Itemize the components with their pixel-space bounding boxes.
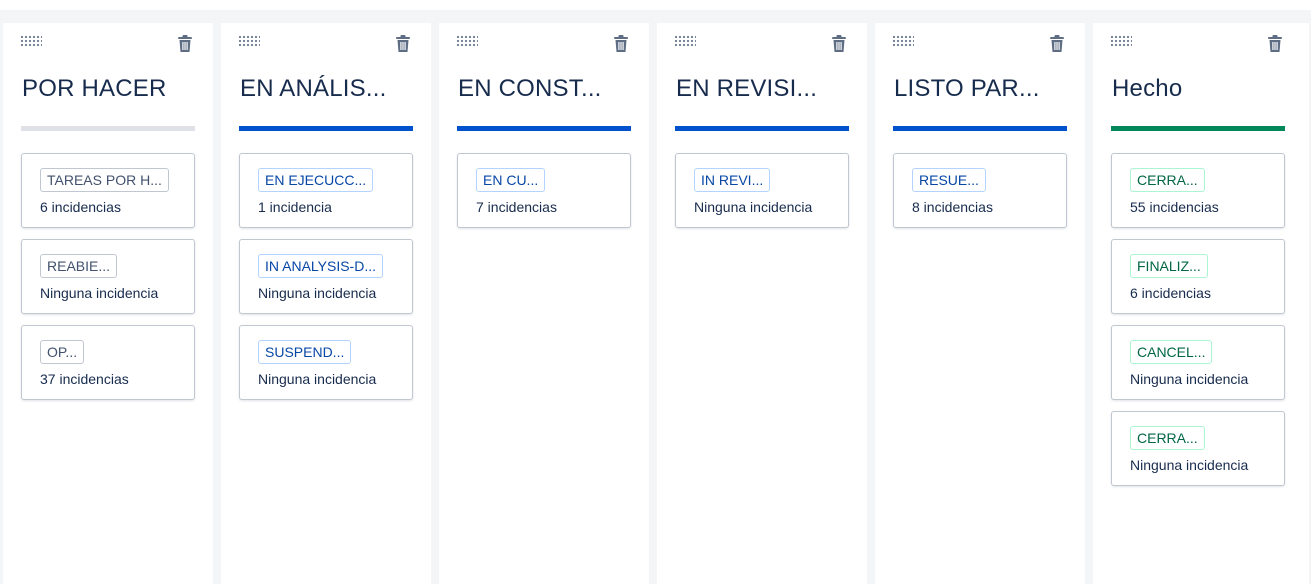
- status-column: EN CONST... EN CU... 7 incidencias: [439, 23, 649, 584]
- status-card[interactable]: SUSPEND... Ninguna incidencia: [239, 325, 413, 400]
- status-column: LISTO PAR... RESUE... 8 incidencias: [875, 23, 1085, 584]
- issue-count: Ninguna incidencia: [1130, 371, 1249, 387]
- status-card[interactable]: EN EJECUCC... 1 incidencia: [239, 153, 413, 228]
- workflow-board: POR HACER TAREAS POR H... 6 incidencias REA…: [3, 23, 1309, 584]
- issue-count: Ninguna incidencia: [1130, 457, 1249, 473]
- column-title: EN REVISI...: [676, 75, 818, 102]
- issue-count: Ninguna incidencia: [40, 285, 159, 301]
- status-column: POR HACER TAREAS POR H... 6 incidencias REA…: [3, 23, 213, 584]
- drag-handle-icon[interactable]: [892, 35, 914, 47]
- column-title: POR HACER: [22, 75, 167, 102]
- status-lozenge: IN REVI...: [694, 168, 771, 192]
- column-title: Hecho: [1112, 75, 1183, 102]
- status-lozenge: TAREAS POR H...: [40, 168, 169, 192]
- status-card-list: RESUE... 8 incidencias: [893, 153, 1067, 239]
- issue-count: 1 incidencia: [258, 199, 332, 215]
- issue-count: Ninguna incidencia: [694, 199, 813, 215]
- status-card[interactable]: IN REVI... Ninguna incidencia: [675, 153, 849, 228]
- status-lozenge: EN EJECUCC...: [258, 168, 374, 192]
- issue-count: 55 incidencias: [1130, 199, 1219, 215]
- status-card[interactable]: EN CU... 7 incidencias: [457, 153, 631, 228]
- status-card-list: TAREAS POR H... 6 incidencias REABIE... Nin…: [21, 153, 195, 411]
- status-column: EN REVISI... IN REVI... Ninguna incidencia: [657, 23, 867, 584]
- status-lozenge: CANCEL...: [1130, 340, 1213, 364]
- status-card[interactable]: CERRA... Ninguna incidencia: [1111, 411, 1285, 486]
- column-category-bar: [21, 126, 195, 131]
- status-lozenge: CERRA...: [1130, 168, 1205, 192]
- column-category-bar: [239, 126, 413, 131]
- status-lozenge: IN ANALYSIS-D...: [258, 254, 383, 278]
- status-column: EN ANÁLIS... EN EJECUCC... 1 incidencia IN …: [221, 23, 431, 584]
- status-card[interactable]: OP... 37 incidencias: [21, 325, 195, 400]
- column-title: EN ANÁLIS...: [240, 75, 387, 102]
- status-column: Hecho CERRA... 55 incidencias FINALIZ... 6 i…: [1093, 23, 1309, 584]
- column-title: EN CONST...: [458, 75, 602, 102]
- column-title: LISTO PAR...: [894, 75, 1040, 102]
- status-lozenge: SUSPEND...: [258, 340, 352, 364]
- status-card-list: CERRA... 55 incidencias FINALIZ... 6 incide…: [1111, 153, 1285, 497]
- drag-handle-icon[interactable]: [238, 35, 260, 47]
- status-card[interactable]: REABIE... Ninguna incidencia: [21, 239, 195, 314]
- status-card[interactable]: CANCEL... Ninguna incidencia: [1111, 325, 1285, 400]
- trash-icon[interactable]: [395, 35, 411, 58]
- column-category-bar: [457, 126, 631, 131]
- issue-count: 37 incidencias: [40, 371, 129, 387]
- status-card[interactable]: RESUE... 8 incidencias: [893, 153, 1067, 228]
- status-lozenge: REABIE...: [40, 254, 118, 278]
- status-lozenge: FINALIZ...: [1130, 254, 1208, 278]
- status-lozenge: EN CU...: [476, 168, 546, 192]
- column-category-bar: [1111, 126, 1285, 131]
- issue-count: 6 incidencias: [1130, 285, 1211, 301]
- status-lozenge: RESUE...: [912, 168, 986, 192]
- trash-icon[interactable]: [613, 35, 629, 58]
- status-lozenge: CERRA...: [1130, 426, 1205, 450]
- drag-handle-icon[interactable]: [20, 35, 42, 47]
- drag-handle-icon[interactable]: [456, 35, 478, 47]
- issue-count: 8 incidencias: [912, 199, 993, 215]
- status-card[interactable]: FINALIZ... 6 incidencias: [1111, 239, 1285, 314]
- drag-handle-icon[interactable]: [674, 35, 696, 47]
- issue-count: 6 incidencias: [40, 199, 121, 215]
- status-card-list: EN CU... 7 incidencias: [457, 153, 631, 239]
- trash-icon[interactable]: [1049, 35, 1065, 58]
- issue-count: Ninguna incidencia: [258, 285, 377, 301]
- trash-icon[interactable]: [177, 35, 193, 58]
- issue-count: Ninguna incidencia: [258, 371, 377, 387]
- status-card[interactable]: IN ANALYSIS-D... Ninguna incidencia: [239, 239, 413, 314]
- issue-count: 7 incidencias: [476, 199, 557, 215]
- trash-icon[interactable]: [1267, 35, 1283, 58]
- column-category-bar: [893, 126, 1067, 131]
- trash-icon[interactable]: [831, 35, 847, 58]
- status-lozenge: OP...: [40, 340, 85, 364]
- status-card-list: IN REVI... Ninguna incidencia: [675, 153, 849, 239]
- column-category-bar: [675, 126, 849, 131]
- status-card[interactable]: CERRA... 55 incidencias: [1111, 153, 1285, 228]
- status-card-list: EN EJECUCC... 1 incidencia IN ANALYSIS-D..…: [239, 153, 413, 411]
- status-card[interactable]: TAREAS POR H... 6 incidencias: [21, 153, 195, 228]
- top-strip: [0, 0, 1311, 10]
- drag-handle-icon[interactable]: [1110, 35, 1132, 47]
